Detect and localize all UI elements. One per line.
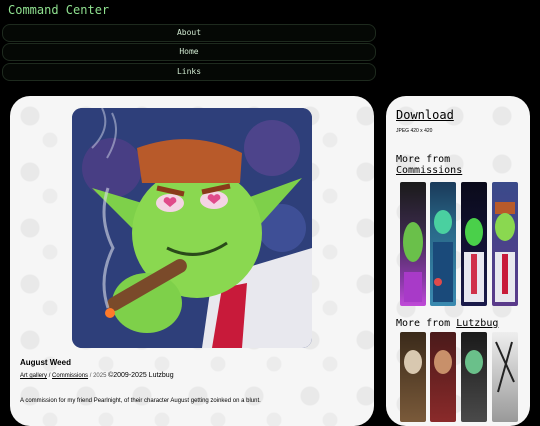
site-title[interactable]: Command Center: [8, 3, 109, 17]
lutzbug-thumb[interactable]: [400, 332, 426, 422]
artwork-card: August Weed Art gallery / Commissions / …: [10, 96, 374, 426]
sidebar-card: Download JPEG 420 x 420 More from Commis…: [386, 96, 530, 426]
more-from-label: More from: [396, 318, 451, 329]
breadcrumb: Art gallery / Commissions / 2025 ©2009-2…: [20, 372, 174, 379]
image-dimensions: JPEG 420 x 420: [396, 128, 433, 134]
nav-home[interactable]: Home: [2, 43, 376, 61]
more-from-lutzbug-heading: More from Lutzbug: [396, 318, 498, 329]
breadcrumb-separator: /: [48, 373, 51, 379]
breadcrumb-separator: /: [89, 373, 92, 379]
more-from-commissions-heading: More from Commissions: [396, 154, 462, 176]
breadcrumb-commissions[interactable]: Commissions: [52, 373, 88, 379]
lutzbug-link[interactable]: Lutzbug: [456, 318, 498, 329]
lutzbug-thumb[interactable]: [492, 332, 518, 422]
commissions-link[interactable]: Commissions: [396, 165, 462, 176]
more-from-label: More from: [396, 154, 451, 165]
nav-about[interactable]: About: [2, 24, 376, 42]
commission-thumb[interactable]: [492, 182, 518, 306]
download-link[interactable]: Download: [396, 108, 454, 122]
commission-thumb[interactable]: [430, 182, 456, 306]
lutzbug-thumb[interactable]: [461, 332, 487, 422]
breadcrumb-art-gallery[interactable]: Art gallery: [20, 373, 47, 379]
artwork-image[interactable]: [72, 108, 312, 348]
commission-thumb[interactable]: [461, 182, 487, 306]
commission-thumb[interactable]: [400, 182, 426, 306]
nav-links[interactable]: Links: [2, 63, 376, 81]
lutzbug-thumb[interactable]: [430, 332, 456, 422]
copyright: ©2009-2025 Lutzbug: [108, 372, 174, 379]
artwork-description: A commission for my friend Pearlnight, o…: [20, 398, 261, 404]
breadcrumb-year: 2025: [93, 373, 107, 379]
artwork-title: August Weed: [20, 358, 71, 367]
